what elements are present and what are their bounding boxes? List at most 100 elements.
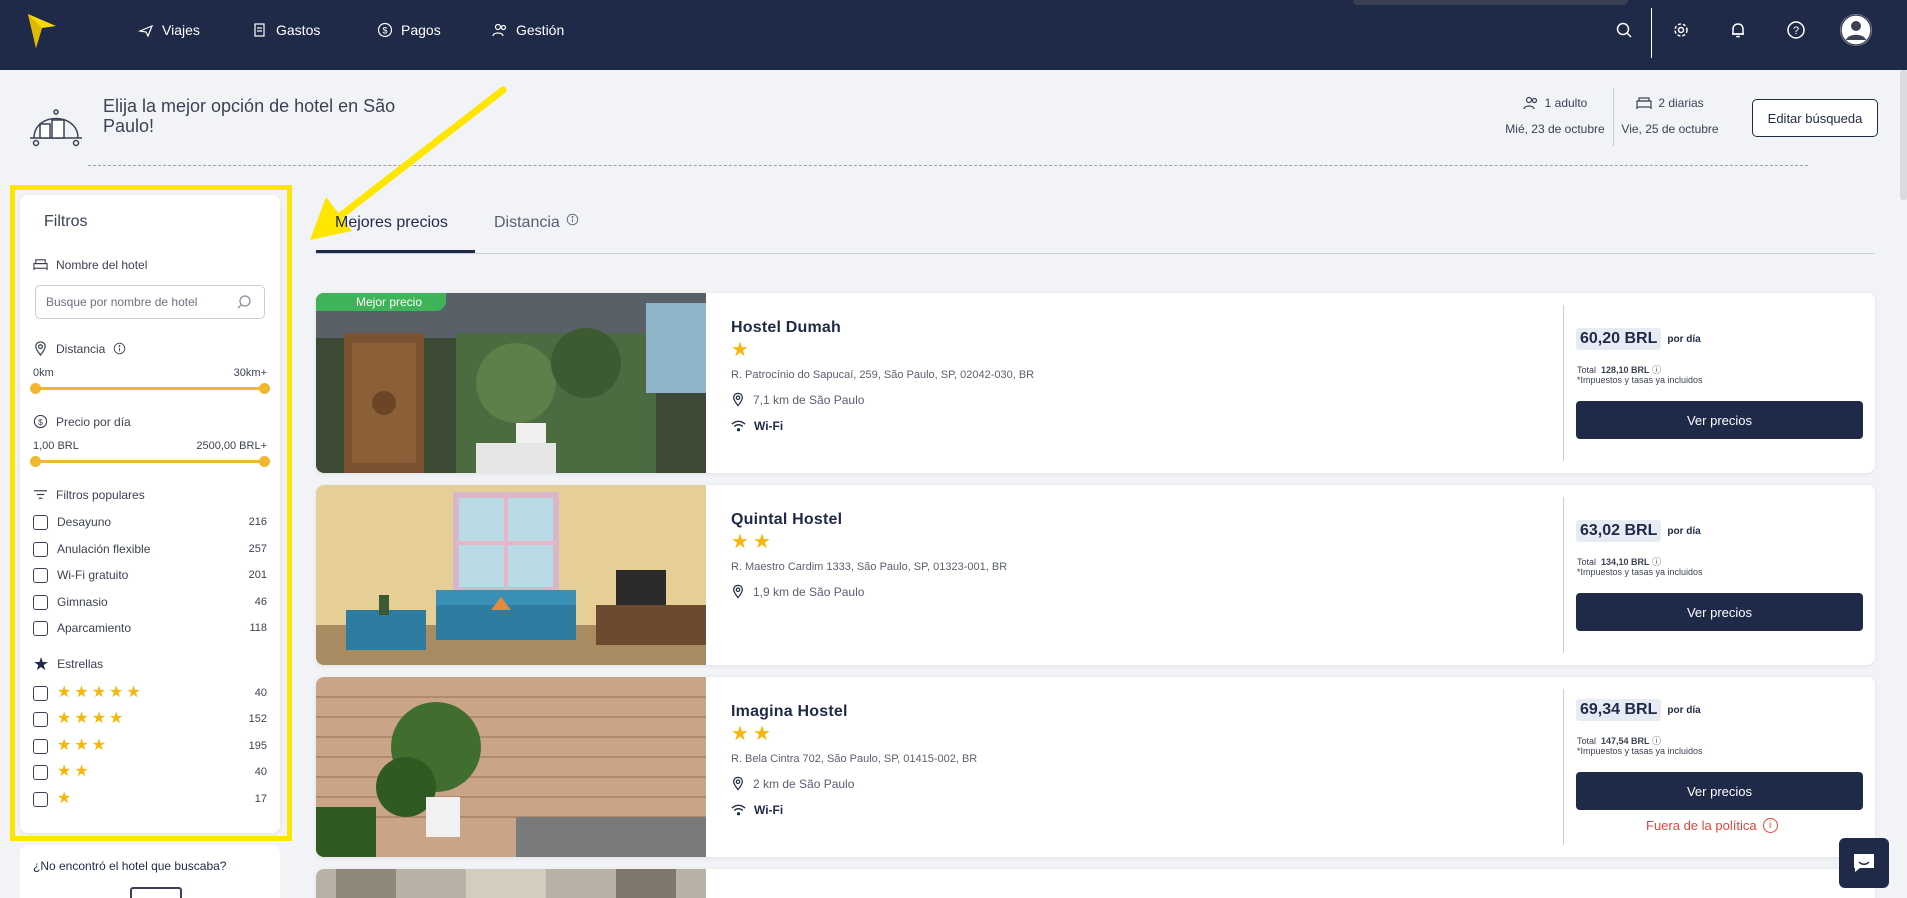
hotel-bellcart-illustration: [30, 109, 82, 147]
hotel-stars: ★ ★: [731, 723, 771, 745]
hotel-photo[interactable]: [316, 293, 706, 473]
total-amount: 128,10 BRL: [1601, 365, 1650, 375]
total-label: Total: [1577, 557, 1597, 567]
gear-icon[interactable]: [1669, 18, 1693, 42]
location-pin-icon: [733, 776, 743, 791]
price-unit: por día: [1667, 333, 1701, 345]
users-icon: [492, 23, 507, 37]
nav-label: Viajes: [162, 22, 200, 38]
browser-tab-sliver: [1353, 0, 1628, 5]
star-icon: ★: [731, 723, 749, 745]
nav-label: Pagos: [401, 22, 441, 38]
svg-text:?: ?: [1793, 25, 1799, 37]
distance-text: 1,9 km de São Paulo: [753, 584, 865, 599]
price-amount: 69,34 BRL: [1576, 699, 1662, 721]
price-unit: por día: [1667, 525, 1701, 537]
hotel-card[interactable]: Quintal Hostel ★ ★ R. Maestro Cardim 1333…: [316, 485, 1875, 665]
taxes-note: *Impuestos y tasas ya incluidos: [1577, 567, 1703, 577]
star-icon: ★: [731, 531, 749, 553]
svg-text:$: $: [382, 26, 387, 36]
checkin-date: Mié, 23 de octubre: [1505, 122, 1605, 136]
best-price-badge: Mejor precio: [316, 293, 447, 311]
price-amount: 63,02 BRL: [1576, 520, 1662, 542]
nav-gestion[interactable]: Gestión: [492, 20, 564, 40]
hotel-address: R. Patrocínio do Sapucaí, 259, São Paulo…: [731, 369, 1035, 381]
hotel-illustration: [130, 887, 182, 898]
search-icon[interactable]: [1612, 18, 1636, 42]
dollar-icon: $: [377, 22, 393, 38]
guests-count: 1 adulto: [1544, 96, 1588, 110]
edit-search-button[interactable]: Editar búsqueda: [1752, 99, 1878, 137]
hotel-name[interactable]: Quintal Hostel: [731, 511, 842, 529]
hotel-distance: 7,1 km de São Paulo: [731, 392, 864, 407]
hotel-card[interactable]: Imagina Hostel ★ ★ R. Bela Cintra 702, Sã…: [316, 677, 1875, 857]
nav-divider: [1651, 8, 1652, 58]
hotel-card[interactable]: Mejor precio Hostel Dumah ★ R. Patrocíni…: [316, 293, 1875, 473]
hotel-photo[interactable]: [316, 869, 706, 898]
hotel-distance: 2 km de São Paulo: [731, 776, 854, 791]
see-prices-button[interactable]: Ver precios: [1576, 401, 1863, 439]
not-found-card[interactable]: ¿No encontró el hotel que buscaba?: [20, 845, 280, 898]
hotel-distance: 1,9 km de São Paulo: [731, 584, 864, 599]
bell-icon[interactable]: [1726, 18, 1750, 42]
hotel-wifi: Wi-Fi: [731, 803, 783, 817]
nights-block: 2 diarias Vie, 25 de octubre: [1615, 96, 1725, 136]
info-icon[interactable]: [566, 213, 579, 226]
not-found-text: ¿No encontró el hotel que buscaba?: [33, 859, 227, 873]
top-navbar: Viajes Gastos $ Pagos Gestión ?: [0, 0, 1907, 70]
policy-text: Fuera de la política: [1646, 818, 1757, 833]
info-icon[interactable]: ⓘ: [1652, 736, 1661, 746]
checkout-date: Vie, 25 de octubre: [1621, 122, 1719, 136]
hotel-address: R. Maestro Cardim 1333, São Paulo, SP, 0…: [731, 561, 1008, 573]
chat-icon: [1854, 854, 1874, 872]
taxes-note: *Impuestos y tasas ya incluidos: [1577, 746, 1703, 756]
wifi-text: Wi-Fi: [754, 419, 784, 433]
wifi-text: Wi-Fi: [754, 803, 784, 817]
meta-divider: [1613, 88, 1614, 146]
nav-pagos[interactable]: $ Pagos: [377, 20, 441, 40]
out-of-policy-warning[interactable]: Fuera de la política i: [1646, 818, 1778, 833]
avatar-icon[interactable]: [1840, 14, 1872, 46]
guests-block: 1 adulto Mié, 23 de octubre: [1500, 96, 1610, 136]
card-divider: [1563, 689, 1564, 845]
active-tab-indicator: [316, 250, 475, 253]
card-divider: [1563, 305, 1564, 461]
info-icon[interactable]: i: [1762, 818, 1778, 833]
plane-icon: [138, 24, 154, 38]
total-amount: 134,10 BRL: [1601, 557, 1650, 567]
page-scrollbar[interactable]: [1900, 70, 1907, 200]
card-divider: [1563, 497, 1564, 653]
annotation-highlight-box: [10, 185, 292, 841]
info-icon[interactable]: ⓘ: [1652, 365, 1661, 375]
help-icon[interactable]: ?: [1784, 18, 1808, 42]
wifi-icon: [731, 804, 746, 816]
hotel-stars: ★ ★: [731, 531, 771, 553]
price-unit: por día: [1667, 704, 1701, 716]
nav-label: Gestión: [516, 22, 565, 38]
total-label: Total: [1577, 736, 1597, 746]
tab-best-prices[interactable]: Mejores precios: [335, 214, 448, 232]
star-icon: ★: [752, 531, 771, 553]
bed-icon: [1636, 97, 1652, 109]
price-per-day: 60,20 BRL por día: [1576, 328, 1701, 350]
see-prices-button[interactable]: Ver precios: [1576, 593, 1863, 631]
hotel-wifi: Wi-Fi: [731, 419, 783, 433]
nav-gastos[interactable]: Gastos: [252, 20, 320, 40]
tab-distance[interactable]: Distancia: [494, 213, 579, 232]
chat-button[interactable]: [1839, 838, 1889, 888]
hotel-photo[interactable]: [316, 485, 706, 665]
hotel-name[interactable]: Imagina Hostel: [731, 703, 848, 721]
nav-viajes[interactable]: Viajes: [138, 20, 200, 40]
total-amount: 147,54 BRL: [1601, 736, 1650, 746]
wifi-icon: [731, 420, 746, 432]
see-prices-button[interactable]: Ver precios: [1576, 772, 1863, 810]
hotel-name[interactable]: Hostel Dumah: [731, 319, 841, 337]
logo-icon[interactable]: [28, 14, 56, 48]
hotel-photo[interactable]: [316, 677, 706, 857]
info-icon[interactable]: ⓘ: [1652, 557, 1661, 567]
tab-label: Distancia: [494, 214, 560, 231]
location-pin-icon: [733, 392, 743, 407]
nights-count: 2 diarias: [1658, 96, 1704, 110]
hotel-card[interactable]: [316, 869, 1875, 898]
distance-text: 2 km de São Paulo: [753, 776, 855, 791]
